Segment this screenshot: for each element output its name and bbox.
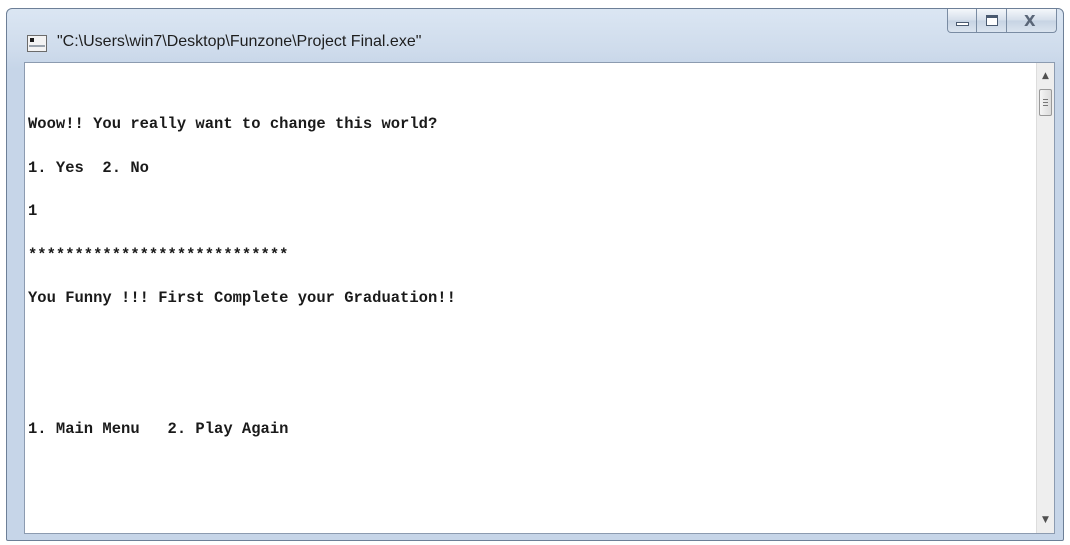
title-bar[interactable]: "C:\Users\win7\Desktop\Funzone\Project F… — [7, 9, 1063, 63]
minimize-button[interactable] — [947, 9, 977, 33]
vertical-scrollbar[interactable]: ▲ ▼ — [1036, 63, 1054, 533]
console-line: Woow!! You really want to change this wo… — [28, 115, 438, 133]
grip-line — [1043, 102, 1048, 103]
console-output[interactable]: Woow!! You really want to change this wo… — [25, 63, 1036, 533]
console-line: 1. Yes 2. No — [28, 158, 149, 177]
maximize-icon — [986, 15, 998, 26]
caption-buttons: X — [947, 9, 1057, 37]
scroll-up-icon[interactable]: ▲ — [1037, 67, 1054, 85]
console-window: "C:\Users\win7\Desktop\Funzone\Project F… — [6, 8, 1064, 541]
console-line: You Funny !!! First Complete your Gradua… — [28, 289, 456, 307]
minimize-icon — [956, 22, 969, 26]
console-line: 1. Main Menu 2. Play Again — [28, 419, 289, 438]
close-icon: X — [1024, 12, 1036, 30]
console-line: 1 — [28, 202, 38, 220]
console-app-icon[interactable] — [27, 35, 47, 52]
scroll-thumb[interactable] — [1039, 89, 1052, 116]
console-client-area[interactable]: Woow!! You really want to change this wo… — [24, 62, 1055, 534]
console-line: **************************** — [28, 245, 289, 264]
window-title: "C:\Users\win7\Desktop\Funzone\Project F… — [57, 33, 422, 50]
scroll-down-icon[interactable]: ▼ — [1037, 511, 1054, 529]
grip-line — [1043, 105, 1048, 106]
close-button[interactable]: X — [1007, 9, 1057, 33]
grip-line — [1043, 99, 1048, 100]
maximize-button[interactable] — [977, 9, 1007, 33]
